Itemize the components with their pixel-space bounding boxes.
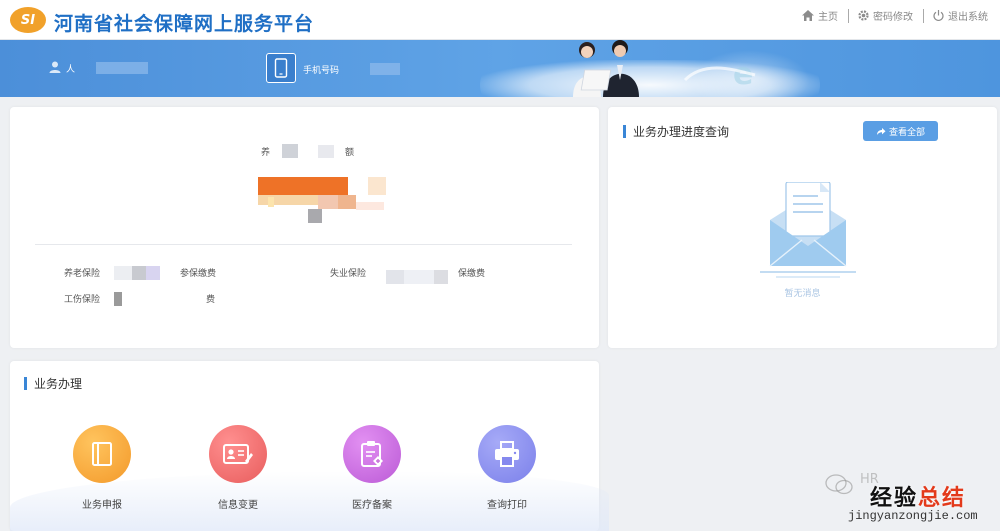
service-icon-circle <box>73 425 131 483</box>
insurance-label-injury: 工伤保险 <box>64 295 101 305</box>
services-title: 业务办理 <box>24 375 82 392</box>
insurance-status-unemployment: 保缴费 <box>458 269 486 279</box>
insurance-status-pension: 参保缴费 <box>180 269 217 279</box>
view-all-label: 查看全部 <box>888 127 925 138</box>
change-password-label: 密码修改 <box>873 12 913 23</box>
logout-label: 退出系统 <box>948 12 988 23</box>
watermark-black-text: 经验 <box>870 486 919 511</box>
service-icon-circle <box>209 425 267 483</box>
service-icon-circle <box>343 425 401 483</box>
printer-icon <box>495 441 519 467</box>
gear-icon <box>858 10 869 21</box>
service-info-change[interactable]: 信息变更 <box>198 425 278 511</box>
top-links: 主页 密码修改 退出系统 <box>793 8 988 23</box>
redacted-user-name <box>96 62 148 74</box>
empty-state-text: 暂无消息 <box>784 289 821 299</box>
redacted-block <box>146 266 160 280</box>
redacted-block <box>114 266 132 280</box>
redacted-block <box>338 195 356 209</box>
phone-icon <box>274 58 288 78</box>
site-title: 河南省社会保障网上服务平台 <box>54 13 315 35</box>
watermark-url: jingyanzongjie.com <box>848 509 978 523</box>
phone-label: 手机号码 <box>303 66 340 76</box>
logout-link[interactable]: 退出系统 <box>932 8 988 23</box>
change-password-link[interactable]: 密码修改 <box>857 8 913 23</box>
divider <box>848 8 849 23</box>
service-medical-filing[interactable]: 医疗备案 <box>332 425 412 511</box>
redacted-block <box>114 292 122 306</box>
home-icon <box>802 10 814 21</box>
progress-card: 业务办理进度查询 查看全部 暂无消息 <box>608 107 997 348</box>
service-icon-circle <box>478 425 536 483</box>
service-label: 信息变更 <box>218 500 258 511</box>
redacted-block <box>258 195 318 205</box>
home-link[interactable]: 主页 <box>801 8 838 23</box>
redacted-phone <box>370 63 400 75</box>
watermark-logo: 经验总结 <box>870 480 966 512</box>
view-all-button[interactable]: 查看全部 <box>863 121 938 141</box>
top-bar: SI 河南省社会保障网上服务平台 主页 密码修改 退出系统 <box>0 0 1000 40</box>
user-name-label: 人 <box>66 65 76 75</box>
service-label: 医疗备案 <box>352 500 392 511</box>
divider <box>923 8 924 23</box>
power-icon <box>933 10 944 21</box>
site-logo[interactable]: SI <box>10 7 46 33</box>
redacted-block <box>282 144 298 158</box>
services-title-text: 业务办理 <box>34 377 83 391</box>
id-card-icon <box>223 444 253 464</box>
balance-label-prefix: 养 <box>261 148 271 158</box>
phone-icon-box <box>266 53 296 83</box>
redacted-block <box>318 145 334 158</box>
service-query-print[interactable]: 查询打印 <box>467 425 547 511</box>
redacted-block <box>386 270 404 284</box>
services-card: 业务办理 业务申报 信息变更 医疗备案 查询打印 <box>10 361 609 531</box>
divider <box>35 244 572 245</box>
service-label: 业务申报 <box>82 500 122 511</box>
redacted-block <box>308 209 322 223</box>
redacted-block <box>434 270 448 284</box>
redacted-block <box>368 177 386 195</box>
share-arrow-icon <box>876 127 886 135</box>
insurance-status-injury: 费 <box>206 295 216 305</box>
redacted-block <box>404 270 434 284</box>
account-overview-card: 养 额 养老保险 参保缴费 失业保险 保缴费 工伤保险 费 <box>10 107 599 348</box>
redacted-block <box>268 197 274 207</box>
redacted-block <box>356 202 384 210</box>
redacted-balance-value <box>258 177 348 195</box>
redacted-block <box>132 266 146 280</box>
watermark-red-text: 总结 <box>918 486 967 511</box>
empty-mail-icon <box>760 182 856 278</box>
balance-label-suffix: 额 <box>345 148 355 158</box>
home-link-label: 主页 <box>818 12 838 23</box>
progress-title: 业务办理进度查询 <box>623 123 729 140</box>
service-label: 查询打印 <box>487 500 527 511</box>
user-banner: 人 手机号码 e <box>0 40 1000 97</box>
clipboard-icon <box>361 441 383 467</box>
user-icon <box>49 61 61 73</box>
service-business-declaration[interactable]: 业务申报 <box>62 425 142 511</box>
wechat-icon <box>825 474 853 495</box>
insurance-label-unemployment: 失业保险 <box>330 269 367 279</box>
folder-icon <box>92 442 112 466</box>
logo-text: SI <box>20 12 36 28</box>
banner-illustration: e <box>573 40 756 97</box>
insurance-label-pension: 养老保险 <box>64 269 101 279</box>
progress-title-text: 业务办理进度查询 <box>633 125 730 139</box>
